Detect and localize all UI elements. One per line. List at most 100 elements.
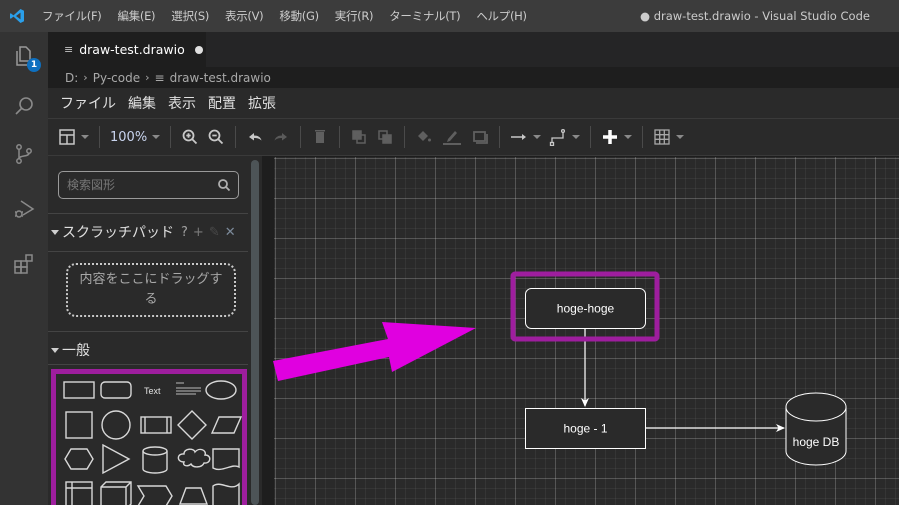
- waypoints-icon: [550, 128, 566, 146]
- collapse-triangle-icon: [51, 229, 59, 235]
- shape-process[interactable]: [140, 416, 172, 434]
- activity-run-debug[interactable]: [0, 187, 48, 231]
- waypoints-button[interactable]: [549, 125, 581, 149]
- menu-selection[interactable]: 選択(S): [163, 8, 217, 24]
- activity-source-control[interactable]: [0, 132, 48, 176]
- scratchpad-header[interactable]: スクラッチパッド: [51, 222, 174, 242]
- run-debug-icon: [15, 200, 35, 218]
- drawio-menu-extras[interactable]: 拡張: [248, 93, 276, 113]
- insert-button[interactable]: [601, 125, 633, 149]
- search-icon[interactable]: [217, 178, 231, 192]
- menu-file[interactable]: ファイル(F): [34, 8, 110, 24]
- shape-textbox[interactable]: [176, 382, 201, 395]
- toolbar-divider: [590, 126, 592, 148]
- shape-internal-storage[interactable]: [65, 481, 93, 505]
- zoom-level: 100%: [110, 129, 148, 145]
- tab-bar: ≡ draw-test.drawio: [48, 32, 899, 67]
- shape-ellipse[interactable]: [205, 380, 237, 400]
- breadcrumb-file[interactable]: draw-test.drawio: [170, 71, 271, 85]
- menu-run[interactable]: 実行(R): [327, 8, 381, 24]
- shape-search-input[interactable]: [67, 178, 207, 192]
- table-button[interactable]: [653, 125, 685, 149]
- drawio-menu-edit[interactable]: 編集: [128, 93, 156, 113]
- general-header[interactable]: 一般: [51, 340, 90, 360]
- shape-rounded-rectangle[interactable]: [100, 381, 132, 399]
- edit-icon[interactable]: ✎: [209, 225, 220, 240]
- shape-step[interactable]: [136, 485, 173, 505]
- menu-help[interactable]: ヘルプ(H): [468, 8, 534, 24]
- add-icon[interactable]: +: [193, 225, 204, 240]
- node-hoge-db[interactable]: hoge DB: [785, 392, 847, 466]
- shape-parallelogram[interactable]: [210, 416, 243, 434]
- shape-cloud[interactable]: [177, 448, 211, 468]
- section-divider: [48, 331, 248, 332]
- zoom-in-button[interactable]: [181, 125, 199, 149]
- unsaved-dot-icon[interactable]: [194, 45, 203, 54]
- chevron-down-icon: [81, 135, 89, 139]
- node-hoge-1[interactable]: hoge - 1: [525, 408, 646, 449]
- toolbar-divider: [339, 126, 341, 148]
- activity-search[interactable]: [0, 84, 48, 128]
- shape-cylinder[interactable]: [142, 446, 168, 474]
- redo-button[interactable]: [272, 125, 290, 149]
- menu-terminal[interactable]: ターミナル(T): [381, 8, 468, 24]
- to-back-button[interactable]: [376, 125, 394, 149]
- section-divider: [48, 251, 248, 252]
- shape-hexagon[interactable]: [64, 448, 94, 470]
- drawio-menu-arrange[interactable]: 配置: [208, 93, 236, 113]
- menu-view[interactable]: 表示(V): [217, 8, 271, 24]
- shapes-panel-scrollbar[interactable]: [251, 160, 259, 505]
- tab-draw-test[interactable]: ≡ draw-test.drawio: [48, 32, 206, 67]
- zoom-out-button[interactable]: [207, 125, 225, 149]
- drawio-menu-file[interactable]: ファイル: [60, 93, 116, 113]
- shape-document[interactable]: [212, 448, 240, 471]
- fill-color-button[interactable]: [415, 125, 433, 149]
- menu-edit[interactable]: 編集(E): [110, 8, 164, 24]
- shape-trapezoid[interactable]: [178, 487, 209, 505]
- node-hoge-hoge[interactable]: hoge-hoge: [525, 288, 646, 329]
- shape-rectangle[interactable]: [63, 381, 95, 399]
- connection-style-button[interactable]: [510, 125, 542, 149]
- activity-extensions[interactable]: [0, 242, 48, 286]
- zoom-level-dropdown[interactable]: 100%: [110, 125, 161, 149]
- explorer-badge: 1: [27, 58, 41, 72]
- title-bar: ファイル(F) 編集(E) 選択(S) 表示(V) 移動(G) 実行(R) ター…: [0, 0, 899, 32]
- shape-triangle[interactable]: [102, 443, 131, 475]
- help-icon[interactable]: ?: [181, 225, 188, 240]
- tab-label: draw-test.drawio: [79, 42, 185, 57]
- shape-text[interactable]: Text: [144, 386, 161, 396]
- shape-square[interactable]: [65, 411, 93, 439]
- activity-explorer[interactable]: 1: [0, 34, 48, 78]
- drawio-menu-bar: ファイル 編集 表示 配置 拡張: [48, 88, 899, 118]
- shape-search-box[interactable]: [58, 171, 239, 199]
- close-icon[interactable]: ✕: [225, 225, 236, 240]
- menu-go[interactable]: 移動(G): [271, 8, 326, 24]
- shape-cube[interactable]: [100, 481, 132, 505]
- search-icon: [15, 97, 33, 115]
- toolbar-divider: [235, 126, 237, 148]
- table-icon: [654, 129, 670, 145]
- to-front-button[interactable]: [350, 125, 368, 149]
- shape-tape[interactable]: [212, 482, 240, 505]
- section-divider: [48, 213, 248, 214]
- node-label: hoge - 1: [563, 422, 607, 436]
- general-title: 一般: [62, 343, 90, 359]
- format-panel-button[interactable]: [58, 125, 89, 149]
- breadcrumb-drive[interactable]: D:: [65, 71, 78, 85]
- drawio-menu-view[interactable]: 表示: [168, 93, 196, 113]
- shape-diamond[interactable]: [177, 410, 207, 440]
- shape-circle[interactable]: [101, 410, 131, 440]
- toolbar-divider: [499, 126, 501, 148]
- file-icon: ≡: [64, 43, 74, 56]
- chevron-down-icon: [624, 135, 633, 139]
- shapes-panel: スクラッチパッド ? + ✎ ✕ 内容をここにドラッグする 一般 Text: [48, 156, 262, 505]
- breadcrumb-folder[interactable]: Py-code: [93, 71, 140, 85]
- line-color-button[interactable]: [441, 125, 463, 149]
- shadow-button[interactable]: [471, 125, 489, 149]
- paint-bucket-icon: [418, 131, 432, 142]
- delete-button[interactable]: [311, 125, 329, 149]
- shadow-icon: [473, 131, 489, 144]
- undo-button[interactable]: [246, 125, 264, 149]
- scratchpad-dropzone[interactable]: 内容をここにドラッグする: [66, 263, 236, 317]
- vscode-logo-icon: [0, 0, 34, 32]
